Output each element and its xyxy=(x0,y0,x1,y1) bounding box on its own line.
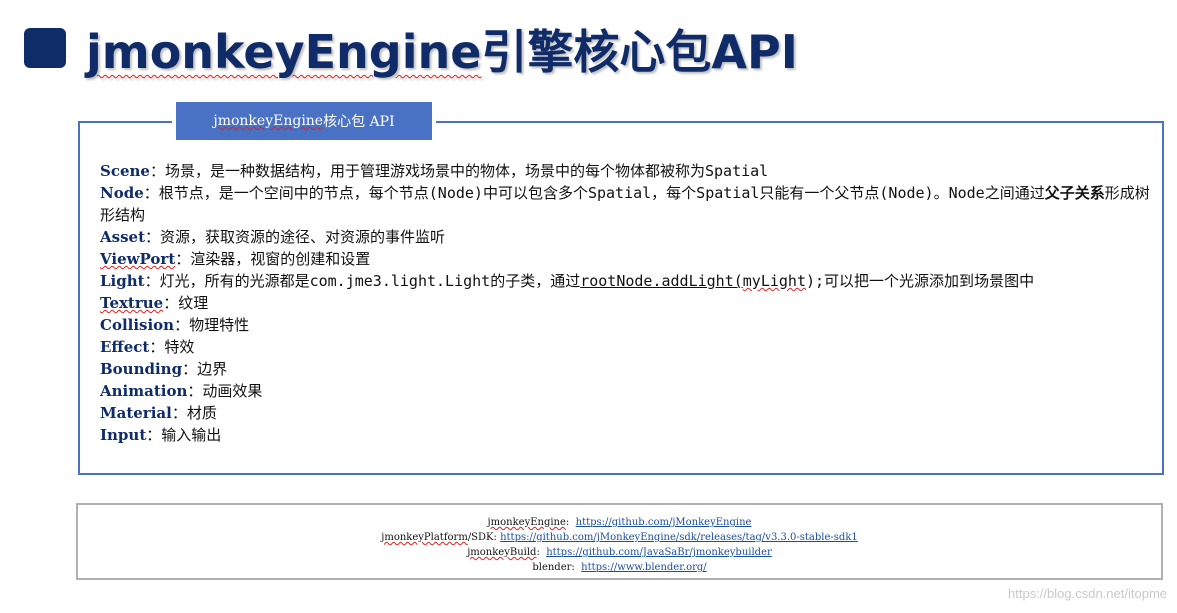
term-desc: 边界 xyxy=(197,360,228,378)
term-sep: ： xyxy=(143,184,159,202)
link-sep: : xyxy=(571,562,582,573)
list-item: Scene：场景，是一种数据结构，用于管理游戏场景中的物体，场景中的每个物体都被… xyxy=(100,160,1160,182)
link-row: blender: https://www.blender.org/ xyxy=(78,560,1161,575)
term-effect: Effect xyxy=(100,338,150,356)
link-sep: : xyxy=(565,517,576,528)
title-rest: 引擎核心包API xyxy=(481,25,798,79)
tab-engine-name: jmonkeyEngine xyxy=(213,113,324,129)
term-sep: ： xyxy=(145,228,161,246)
term-desc: 资源，获取资源的途径、对资源的事件监听 xyxy=(160,228,446,246)
tab-label-rest: 核心包 API xyxy=(323,114,395,130)
term-material: Material xyxy=(100,404,172,422)
link-jmonkeyengine[interactable]: https://github.com/jMonkeyEngine xyxy=(576,517,752,528)
list-item: Light：灯光，所有的光源都是com.jme3.light.Light的子类，… xyxy=(100,270,1160,292)
term-code: rootNode.addLight( xyxy=(580,272,743,290)
links-box: jmonkeyEngine: https://github.com/jMonke… xyxy=(76,503,1163,580)
term-asset: Asset xyxy=(100,228,145,246)
term-light: Light xyxy=(100,272,145,290)
term-desc: 根节点，是一个空间中的节点，每个节点(Node)中可以包含多个Spatial，每… xyxy=(158,184,1045,202)
term-desc: 特效 xyxy=(164,338,195,356)
list-item: Effect：特效 xyxy=(100,336,1160,358)
term-scene: Scene xyxy=(100,162,150,180)
term-textrue: Textrue xyxy=(100,294,164,312)
title-engine-name: jmonkeyEngine xyxy=(86,25,482,79)
api-box-tab: jmonkeyEngine 核心包 API xyxy=(172,102,436,140)
title-bullet xyxy=(24,28,66,68)
term-animation: Animation xyxy=(100,382,188,400)
term-input: Input xyxy=(100,426,147,444)
term-sep: ： xyxy=(149,162,165,180)
term-sep: ： xyxy=(187,382,203,400)
list-item: Bounding：边界 xyxy=(100,358,1160,380)
list-item: Material：材质 xyxy=(100,402,1160,424)
link-sep: : xyxy=(536,547,547,558)
term-sep: ： xyxy=(182,360,198,378)
link-sdk[interactable]: https://github.com/jMonkeyEngine/sdk/rel… xyxy=(500,532,858,543)
api-list: Scene：场景，是一种数据结构，用于管理游戏场景中的物体，场景中的每个物体都被… xyxy=(100,160,1160,446)
link-blender[interactable]: https://www.blender.org/ xyxy=(581,562,707,573)
term-sep: ： xyxy=(163,294,179,312)
term-sep: ： xyxy=(146,426,162,444)
term-desc: 物理特性 xyxy=(189,316,250,334)
term-node: Node xyxy=(100,184,144,202)
term-desc: 灯光，所有的光源都是com.jme3.light.Light的子类，通过 xyxy=(159,272,581,290)
link-label: jmonkeyBuild xyxy=(467,547,537,558)
term-emph: 父子关系 xyxy=(1044,184,1105,202)
term-desc: 输入输出 xyxy=(161,426,222,444)
link-row: jmonkeyEngine: https://github.com/jMonke… xyxy=(78,515,1161,530)
term-sep: ： xyxy=(174,316,190,334)
page-title: jmonkeyEngine引擎核心包API xyxy=(86,16,798,82)
link-label: jmonkeyPlatform xyxy=(381,532,468,543)
list-item: Collision：物理特性 xyxy=(100,314,1160,336)
term-desc: 纹理 xyxy=(178,294,209,312)
link-label: /SDK xyxy=(467,532,494,543)
term-sep: ： xyxy=(144,272,160,290)
list-item: ViewPort：渲染器，视窗的创建和设置 xyxy=(100,248,1160,270)
term-collision: Collision xyxy=(100,316,175,334)
link-label: jmonkeyEngine xyxy=(487,517,566,528)
term-desc: );可以把一个光源添加到场景图中 xyxy=(806,272,1035,290)
term-desc: 材质 xyxy=(186,404,217,422)
term-bounding: Bounding xyxy=(100,360,183,378)
term-desc: 渲染器，视窗的创建和设置 xyxy=(190,250,371,268)
link-jmonkeybuilder[interactable]: https://github.com/JavaSaBr/jmonkeybuild… xyxy=(546,547,772,558)
term-desc: 场景，是一种数据结构，用于管理游戏场景中的物体，场景中的每个物体都被称为Spat… xyxy=(164,162,769,180)
list-item: Asset：资源，获取资源的途径、对资源的事件监听 xyxy=(100,226,1160,248)
term-sep: ： xyxy=(175,250,191,268)
term-code-arg: myLight xyxy=(742,272,806,290)
link-label: blender xyxy=(532,562,572,573)
list-item: Input：输入输出 xyxy=(100,424,1160,446)
watermark: https://blog.csdn.net/itopme xyxy=(1008,586,1167,601)
term-desc: 动画效果 xyxy=(202,382,263,400)
list-item: Node：根节点，是一个空间中的节点，每个节点(Node)中可以包含多个Spat… xyxy=(100,182,1156,226)
term-viewport: ViewPort xyxy=(100,250,176,268)
term-sep: ： xyxy=(171,404,187,422)
list-item: Textrue：纹理 xyxy=(100,292,1160,314)
link-row: jmonkeyBuild: https://github.com/JavaSaB… xyxy=(78,545,1161,560)
link-row: jmonkeyPlatform/SDK: https://github.com/… xyxy=(78,530,1161,545)
list-item: Animation：动画效果 xyxy=(100,380,1160,402)
term-sep: ： xyxy=(149,338,165,356)
